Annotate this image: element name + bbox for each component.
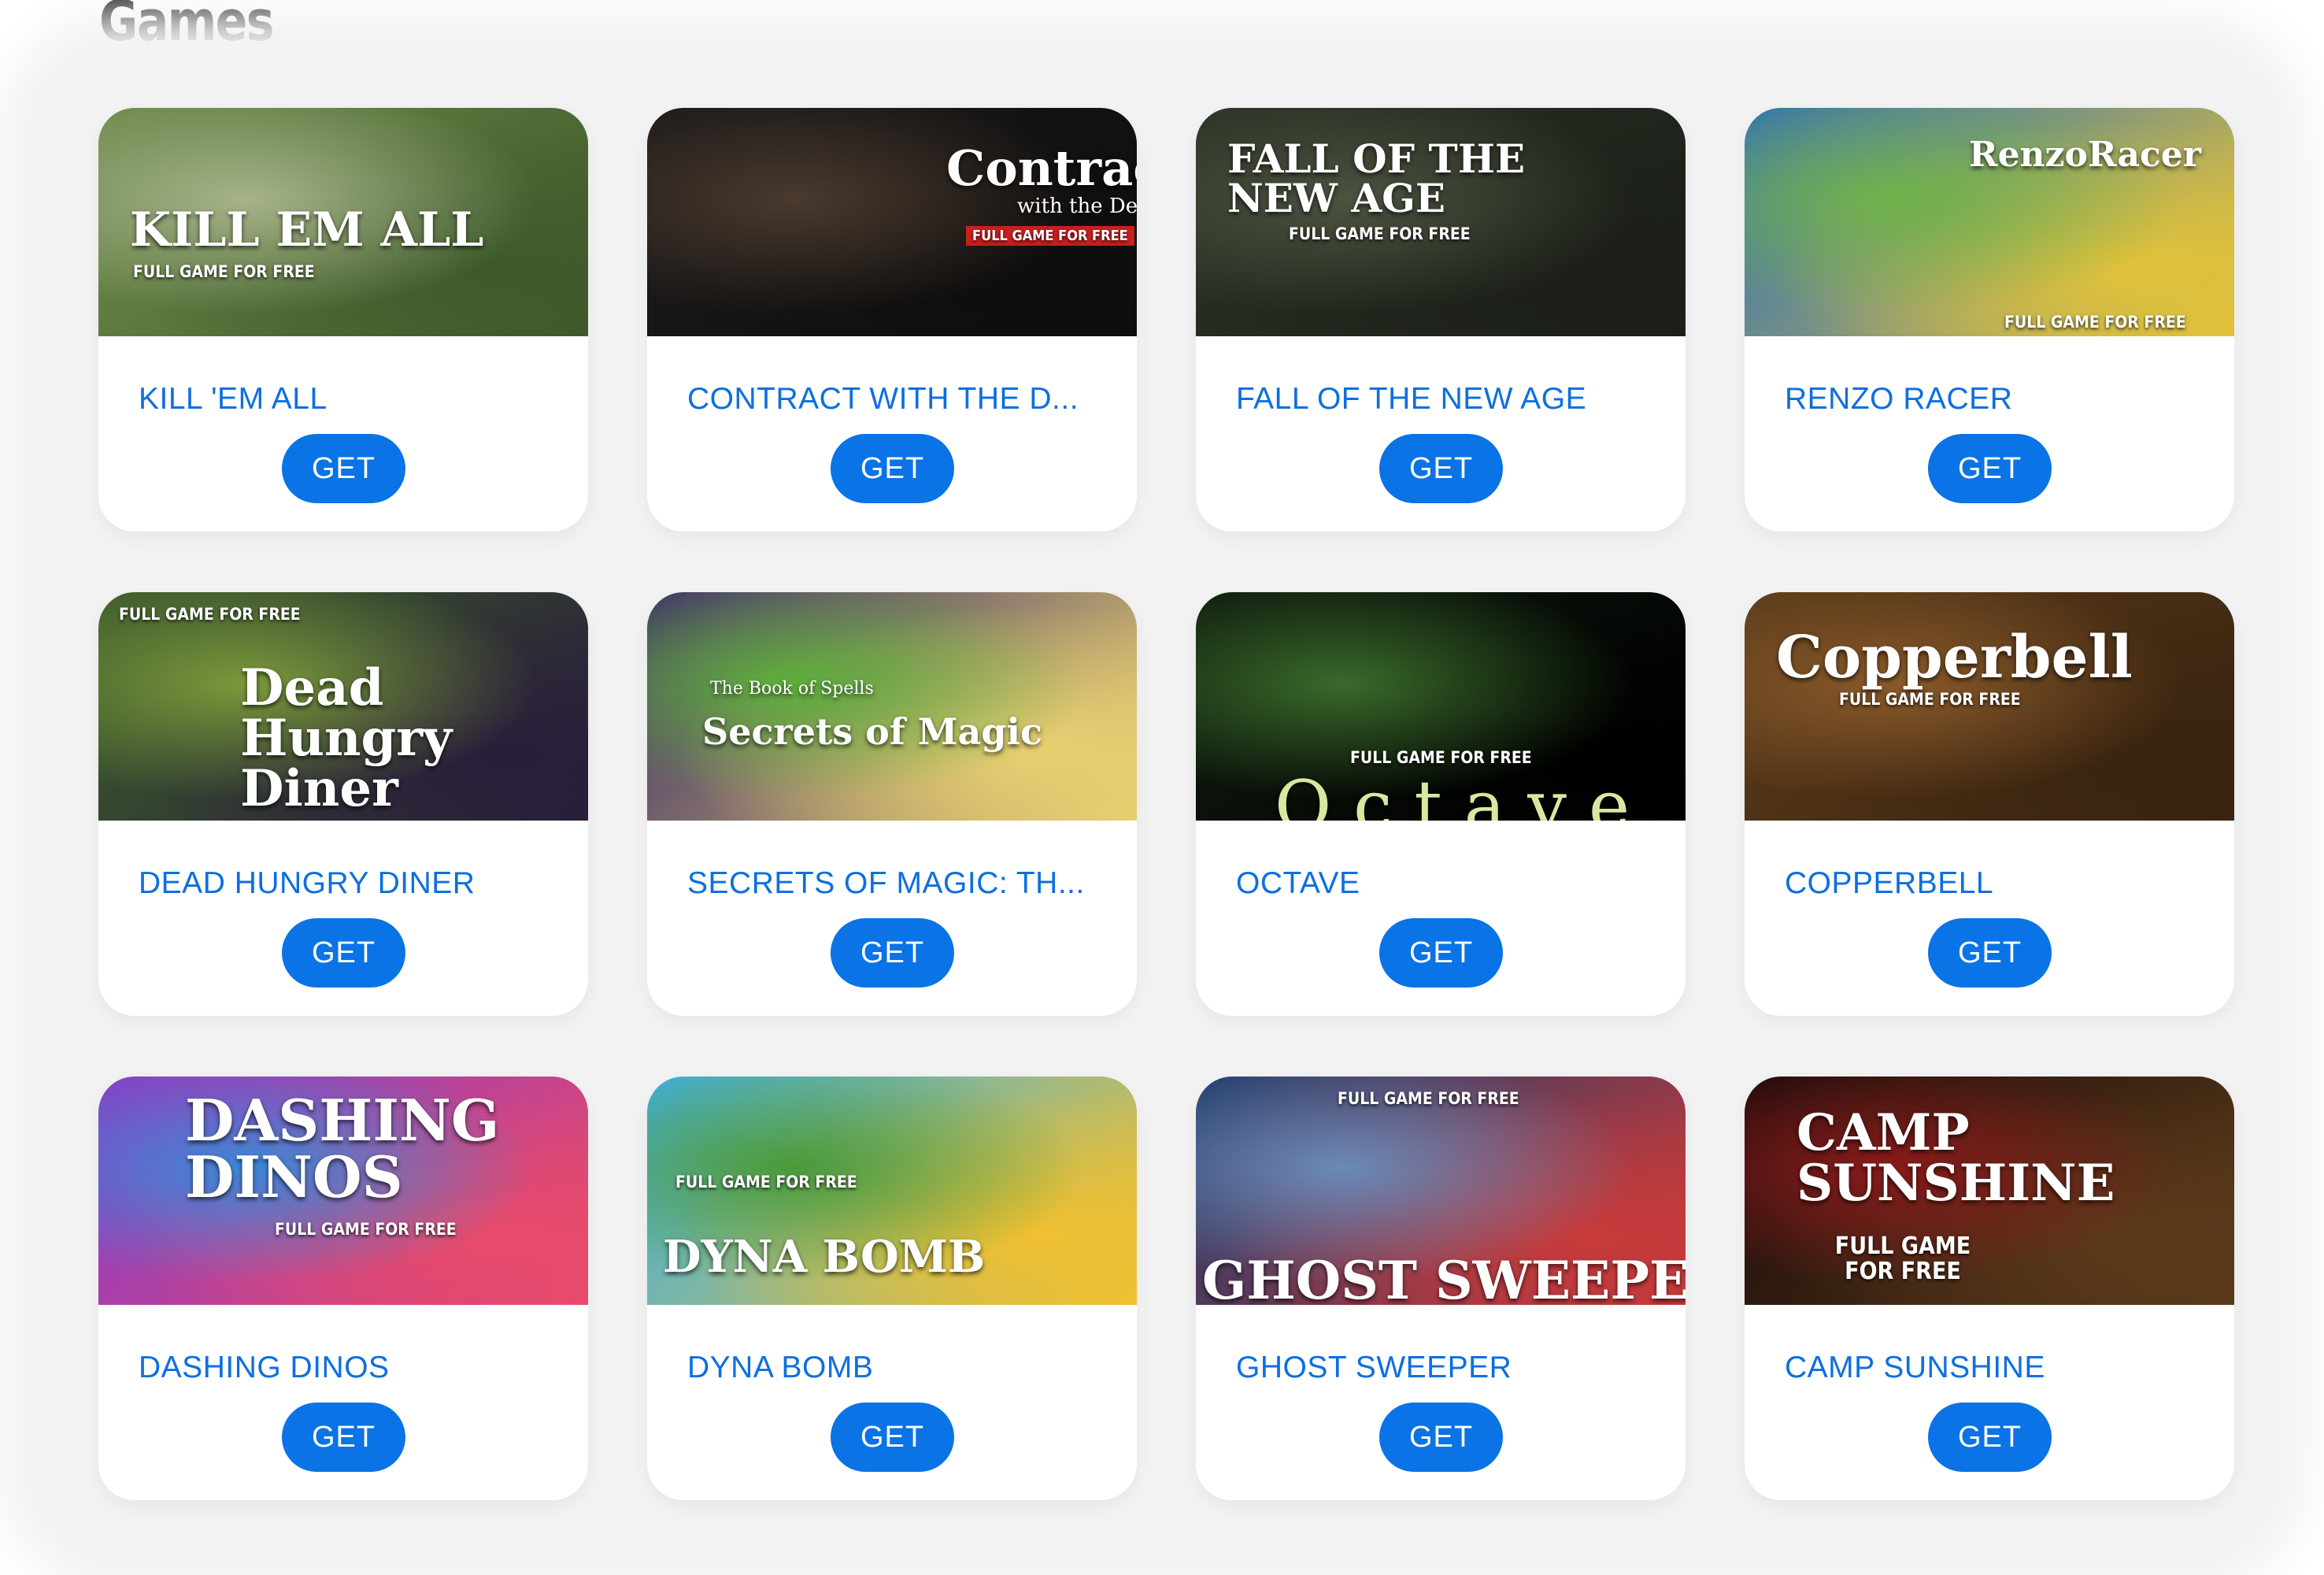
game-thumbnail[interactable]: RenzoRacer FULL GAME FOR FREE bbox=[1745, 108, 2234, 336]
game-card[interactable]: DYNA BOMB FULL GAME FOR FREE DYNA BOMB GET bbox=[647, 1077, 1137, 1500]
game-title[interactable]: CAMP SUNSHINE bbox=[1785, 1351, 2210, 1385]
game-title[interactable]: DASHING DINOS bbox=[139, 1351, 564, 1385]
thumbnail-title: CAMP SUNSHINE bbox=[1797, 1103, 2115, 1213]
get-button[interactable]: GET bbox=[831, 1403, 954, 1472]
get-button[interactable]: GET bbox=[282, 434, 405, 503]
thumbnail-subtitle: The Book of Spells bbox=[710, 679, 874, 699]
game-thumbnail[interactable]: Octave FULL GAME FOR FREE bbox=[1196, 592, 1686, 821]
game-title[interactable]: RENZO RACER bbox=[1785, 382, 2210, 417]
game-thumbnail[interactable]: Contractwith the Devil FULL GAME FOR FREE bbox=[647, 108, 1137, 336]
game-thumbnail[interactable]: Dead Hungry Diner FULL GAME FOR FREE bbox=[98, 592, 588, 821]
thumbnail-title: FALL OF THE NEW AGE bbox=[1227, 135, 1526, 221]
thumbnail-title: Secrets of Magic bbox=[702, 710, 1043, 753]
game-card[interactable]: GHOST SWEEPER FULL GAME FOR FREE GHOST SWE… bbox=[1196, 1077, 1686, 1500]
free-game-tag: FULL GAME FOR FREE bbox=[966, 226, 1134, 246]
game-title[interactable]: OCTAVE bbox=[1236, 866, 1661, 901]
game-card[interactable]: KILL EM ALL FULL GAME FOR FREE KILL 'EM AL… bbox=[98, 108, 588, 532]
get-button[interactable]: GET bbox=[1379, 434, 1503, 503]
thumbnail-title: RenzoRacer bbox=[1969, 135, 2201, 175]
game-title[interactable]: DEAD HUNGRY DINER bbox=[139, 866, 564, 901]
get-button[interactable]: GET bbox=[831, 434, 954, 503]
get-button[interactable]: GET bbox=[1379, 918, 1503, 988]
thumbnail-title: Contract bbox=[946, 139, 1137, 197]
game-thumbnail[interactable]: GHOST SWEEPER FULL GAME FOR FREE bbox=[1196, 1077, 1686, 1305]
thumbnail-subtitle: with the Devil bbox=[1017, 195, 1137, 218]
games-grid: KILL EM ALL FULL GAME FOR FREE KILL 'EM AL… bbox=[98, 108, 2234, 1500]
thumbnail-title: DASHING DINOS bbox=[185, 1087, 500, 1210]
game-thumbnail[interactable]: FALL OF THE NEW AGE FULL GAME FOR FREE bbox=[1196, 108, 1686, 336]
game-card[interactable]: CAMP SUNSHINE FULL GAME FOR FREE CAMP SUNS… bbox=[1745, 1077, 2234, 1500]
free-game-tag: FULL GAME FOR FREE bbox=[133, 262, 315, 281]
game-title[interactable]: DYNA BOMB bbox=[687, 1351, 1112, 1385]
thumbnail-title: Octave bbox=[1275, 765, 1652, 821]
game-card[interactable]: Copperbell FULL GAME FOR FREE COPPERBELL GE… bbox=[1745, 592, 2234, 1016]
free-game-tag: FULL GAME FOR FREE bbox=[675, 1173, 857, 1191]
game-card[interactable]: FALL OF THE NEW AGE FULL GAME FOR FREE FAL… bbox=[1196, 108, 1686, 532]
get-button[interactable]: GET bbox=[1379, 1403, 1503, 1472]
game-title[interactable]: FALL OF THE NEW AGE bbox=[1236, 382, 1661, 417]
free-game-tag: FULL GAME FOR FREE bbox=[2004, 313, 2186, 332]
free-game-tag: FULL GAME FOR FREE bbox=[1289, 224, 1471, 243]
get-button[interactable]: GET bbox=[282, 918, 405, 988]
game-title[interactable]: SECRETS OF MAGIC: TH... bbox=[687, 866, 1112, 901]
get-button[interactable]: GET bbox=[1928, 1403, 2052, 1472]
free-game-tag: FULL GAME FOR FREE bbox=[1350, 748, 1532, 767]
game-title[interactable]: COPPERBELL bbox=[1785, 866, 2210, 901]
game-thumbnail[interactable]: Copperbell FULL GAME FOR FREE bbox=[1745, 592, 2234, 821]
thumbnail-title: Copperbell bbox=[1776, 624, 2133, 691]
game-card[interactable]: RenzoRacer FULL GAME FOR FREE RENZO RACER G… bbox=[1745, 108, 2234, 532]
game-title[interactable]: KILL 'EM ALL bbox=[139, 382, 564, 417]
game-thumbnail[interactable]: DASHING DINOS FULL GAME FOR FREE bbox=[98, 1077, 588, 1305]
game-thumbnail[interactable]: DYNA BOMB FULL GAME FOR FREE bbox=[647, 1077, 1137, 1305]
free-game-tag: FULL GAME FOR FREE bbox=[119, 605, 301, 624]
thumbnail-title: Dead Hungry Diner bbox=[240, 658, 453, 818]
thumbnail-title: KILL EM ALL bbox=[130, 202, 484, 258]
game-thumbnail[interactable]: Secrets of Magic The Book of Spells bbox=[647, 592, 1137, 821]
free-game-tag: FULL GAME FOR FREE bbox=[1834, 1232, 1971, 1285]
thumbnail-title: GHOST SWEEPER bbox=[1202, 1250, 1686, 1305]
game-card[interactable]: Secrets of Magic The Book of Spells SECRET… bbox=[647, 592, 1137, 1016]
game-card[interactable]: Octave FULL GAME FOR FREE OCTAVE GET bbox=[1196, 592, 1686, 1016]
get-button[interactable]: GET bbox=[1928, 434, 2052, 503]
thumbnail-title: DYNA BOMB bbox=[663, 1231, 986, 1283]
game-title[interactable]: GHOST SWEEPER bbox=[1236, 1351, 1661, 1385]
free-game-tag: FULL GAME FOR FREE bbox=[275, 1220, 457, 1239]
game-title[interactable]: CONTRACT WITH THE D... bbox=[687, 382, 1112, 417]
get-button[interactable]: GET bbox=[831, 918, 954, 988]
get-button[interactable]: GET bbox=[1928, 918, 2052, 988]
game-card[interactable]: Contractwith the Devil FULL GAME FOR FREE… bbox=[647, 108, 1137, 532]
free-game-tag: FULL GAME FOR FREE bbox=[1338, 1089, 1519, 1108]
free-game-tag: FULL GAME FOR FREE bbox=[1839, 690, 2021, 709]
game-thumbnail[interactable]: CAMP SUNSHINE FULL GAME FOR FREE bbox=[1745, 1077, 2234, 1305]
game-thumbnail[interactable]: KILL EM ALL FULL GAME FOR FREE bbox=[98, 108, 588, 336]
game-card[interactable]: DASHING DINOS FULL GAME FOR FREE DASHING D… bbox=[98, 1077, 588, 1500]
get-button[interactable]: GET bbox=[282, 1403, 405, 1472]
game-card[interactable]: Dead Hungry Diner FULL GAME FOR FREE DEAD … bbox=[98, 592, 588, 1016]
